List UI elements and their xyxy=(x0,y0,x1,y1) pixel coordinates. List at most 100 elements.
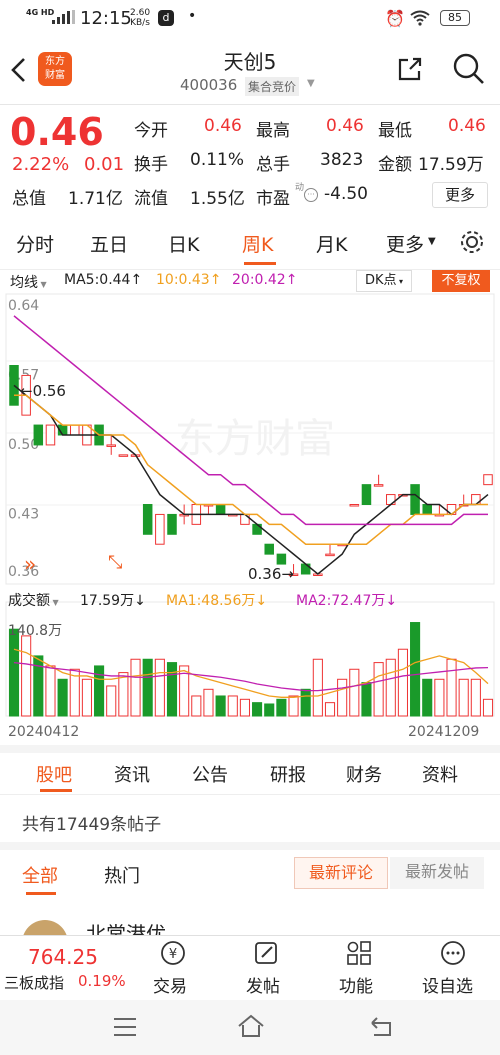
index-value[interactable]: 764.25 xyxy=(28,945,98,969)
y-tick-label: 0.64 xyxy=(8,298,39,314)
pe-value: -4.50 xyxy=(324,184,368,204)
tab-monthly-k[interactable]: 月K xyxy=(316,230,347,257)
watermark: 东方财富 xyxy=(175,416,335,462)
high-value: 0.46 xyxy=(326,116,364,136)
ma10-legend: 10:0.43↑ xyxy=(156,272,222,288)
volume-value: 3823 xyxy=(320,150,364,170)
candle-body xyxy=(361,484,372,505)
pe-label: 市盈 xyxy=(256,189,290,209)
tab-announcements[interactable]: 公告 xyxy=(192,761,228,787)
candle-body xyxy=(349,504,360,507)
volume-indicator-select[interactable]: 成交额 ▼ xyxy=(8,590,59,610)
candle-body xyxy=(106,444,116,447)
menu-icon[interactable] xyxy=(112,1016,138,1038)
trade-icon[interactable]: ¥ xyxy=(160,940,186,966)
watchlist-label[interactable]: 设自选 xyxy=(422,972,473,997)
tab-research[interactable]: 研报 xyxy=(270,761,306,787)
latest-comment-button[interactable]: 最新评论 xyxy=(294,857,388,889)
volume-bar xyxy=(385,658,396,717)
tab-weekly-k[interactable]: 周K xyxy=(242,230,273,257)
candle-body xyxy=(410,484,420,515)
active-tab-indicator xyxy=(244,262,276,265)
volume-bar xyxy=(276,698,287,717)
index-name[interactable]: 三板成指 xyxy=(4,972,64,993)
pe-sup: 动 xyxy=(295,183,305,193)
watchlist-icon[interactable] xyxy=(440,940,466,966)
back-nav-icon[interactable] xyxy=(368,1015,396,1039)
y-tick-label: 0.43 xyxy=(8,507,39,523)
kline-chart[interactable]: 东方财富 0.640.570.500.430.36 xyxy=(0,292,500,732)
net-speed: 2.60 KB/s xyxy=(130,8,151,28)
pe-info-icon[interactable]: ··· xyxy=(304,188,318,202)
stock-header: 东方 财富 天创5 400036 集合竞价 ▼ xyxy=(0,38,500,102)
network-indicator: 4G HD xyxy=(26,8,55,17)
ma-mode-select[interactable]: 均线 ▼ xyxy=(10,272,47,292)
volume-bar xyxy=(337,678,348,717)
battery-icon: 85 xyxy=(440,10,470,26)
settings-gear-icon[interactable] xyxy=(458,228,486,256)
open-value: 0.46 xyxy=(204,116,242,136)
volume-bar xyxy=(130,658,141,717)
volume-bar xyxy=(154,658,165,717)
market-tag: 集合竞价 xyxy=(245,77,300,96)
volume-bar xyxy=(45,665,56,717)
index-pct[interactable]: 0.19% xyxy=(78,972,126,990)
bottom-action-bar: 764.25 三板成指 0.19% ¥ 交易 发帖 功能 设自选 xyxy=(0,935,500,1000)
change-pct: 2.22% xyxy=(12,154,70,175)
dot-icon: • xyxy=(188,8,197,24)
mcap-value: 1.71亿 xyxy=(68,189,123,209)
adjust-button[interactable]: 不复权 xyxy=(432,270,490,292)
fullscreen-icon[interactable]: ⤡ xyxy=(108,552,122,573)
tab-more-caret-icon[interactable]: ▼ xyxy=(428,236,436,247)
volume-bar xyxy=(215,695,226,717)
functions-grid-icon[interactable] xyxy=(346,940,372,966)
volume-bar xyxy=(21,635,32,717)
dropdown-icon[interactable]: ▼ xyxy=(307,78,315,89)
volume-bar xyxy=(458,678,469,717)
date-end: 20241209 xyxy=(408,724,480,740)
latest-post-button[interactable]: 最新发帖 xyxy=(390,857,484,889)
post-edit-icon[interactable] xyxy=(253,940,279,966)
volume-bar xyxy=(264,703,275,717)
tab-more[interactable]: 更多 xyxy=(386,230,424,257)
volume-bar xyxy=(252,702,263,717)
volume-bar xyxy=(8,628,20,717)
post-label[interactable]: 发帖 xyxy=(246,972,280,997)
volume-bar xyxy=(57,678,68,717)
volume-bar xyxy=(300,688,311,717)
search-icon[interactable] xyxy=(452,52,486,86)
volume-bar xyxy=(118,672,129,717)
tab-guba[interactable]: 股吧 xyxy=(36,761,72,787)
ma5-line xyxy=(13,384,489,575)
tab-news[interactable]: 资讯 xyxy=(114,761,150,787)
dk-point-button[interactable]: DK点 ▾ xyxy=(356,270,412,292)
filter-all[interactable]: 全部 xyxy=(22,862,58,888)
vol-ma2-legend: MA2:72.47万↓ xyxy=(296,593,398,609)
volume-bar xyxy=(470,678,481,717)
stock-name: 天创5 xyxy=(223,50,277,74)
tab-daily-k[interactable]: 日K xyxy=(168,230,199,257)
open-label: 今开 xyxy=(134,121,168,141)
tab-intraday[interactable]: 分时 xyxy=(16,230,54,257)
trade-label[interactable]: 交易 xyxy=(153,972,187,997)
turnover-value: 0.11% xyxy=(190,150,245,170)
collapse-left-icon[interactable]: » xyxy=(24,552,36,576)
volume-bar xyxy=(349,668,360,717)
turnover-label: 换手 xyxy=(134,155,168,175)
tab-finance[interactable]: 财务 xyxy=(346,761,382,787)
filter-hot[interactable]: 热门 xyxy=(104,862,140,888)
home-icon[interactable] xyxy=(236,1013,266,1039)
functions-label[interactable]: 功能 xyxy=(339,972,373,997)
tab-profile[interactable]: 资料 xyxy=(422,761,458,787)
volume-bar xyxy=(106,685,117,717)
low-label: 最低 xyxy=(378,121,412,141)
more-button[interactable]: 更多 xyxy=(432,182,488,208)
volume-label: 总手 xyxy=(256,155,290,175)
volume-bar xyxy=(324,702,336,717)
volume-bar xyxy=(422,678,433,717)
share-icon[interactable] xyxy=(396,55,424,83)
post-author[interactable]: 北棠港优 xyxy=(86,918,166,935)
volume-bar xyxy=(482,698,494,717)
volume-bar xyxy=(239,698,250,717)
tab-five-day[interactable]: 五日 xyxy=(90,230,128,257)
